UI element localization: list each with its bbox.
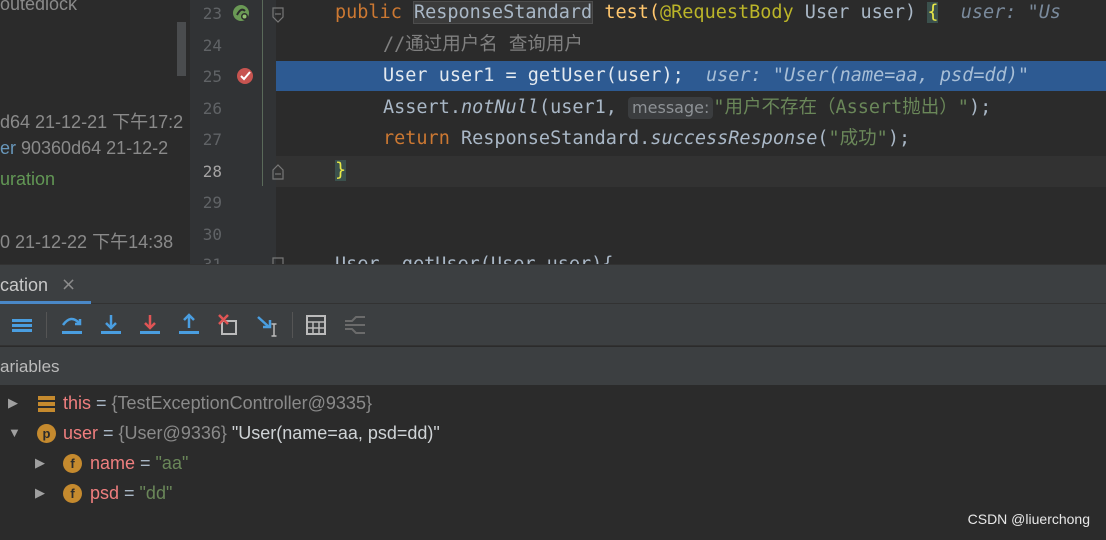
expand-arrow-icon[interactable]: ▶ xyxy=(35,478,45,508)
variables-title: ariables xyxy=(0,357,60,376)
variable-row[interactable]: ▶ this = {TestExceptionController@9335} xyxy=(0,388,1106,418)
line-number: 26 xyxy=(202,99,222,118)
line-number: 28 xyxy=(202,162,222,181)
variable-ref: {TestExceptionController@9335} xyxy=(111,393,372,413)
line-number: 25 xyxy=(202,67,222,86)
variable-ref: {User@9336} xyxy=(118,423,227,443)
parameter-hint: message: xyxy=(628,97,714,119)
close-icon[interactable]: × xyxy=(61,274,76,295)
code-line-24[interactable]: //通过用户名 查询用户 xyxy=(383,30,583,60)
line-number: 29 xyxy=(202,193,222,212)
vcs-log-entry[interactable]: d64 21-12-21 下午17:2 xyxy=(0,108,183,134)
variable-value: "aa" xyxy=(155,453,189,473)
toolbar-separator xyxy=(292,312,293,338)
parameter-icon: p xyxy=(37,424,56,443)
breakpoint-icon[interactable] xyxy=(236,67,256,85)
variable-name: psd xyxy=(90,483,120,503)
variables-panel-header: ariables xyxy=(0,347,1106,385)
code-line-27[interactable]: return ResponseStandard.successResponse(… xyxy=(383,124,910,154)
force-step-into-icon[interactable] xyxy=(137,312,163,338)
drop-frame-icon[interactable] xyxy=(216,312,242,338)
variable-row[interactable]: ▶ f name = "aa" xyxy=(0,448,1106,478)
debug-tab-bar: cation × xyxy=(0,264,1106,304)
line-number: 27 xyxy=(202,130,222,149)
code-line-28[interactable]: } xyxy=(335,156,347,186)
step-into-icon[interactable] xyxy=(98,312,124,338)
collapse-arrow-icon[interactable]: ▼ xyxy=(8,418,21,448)
watermark: CSDN @liuerchong xyxy=(967,511,1090,527)
trace-current-stream-icon[interactable] xyxy=(342,312,368,338)
gutter-separator xyxy=(262,0,263,186)
fold-marker-icon[interactable] xyxy=(271,256,285,264)
spring-endpoint-icon[interactable] xyxy=(232,4,250,22)
show-frames-icon[interactable] xyxy=(10,312,36,338)
variable-name: this xyxy=(63,393,92,413)
step-out-icon[interactable] xyxy=(176,312,202,338)
vcs-log-entry[interactable]: uration xyxy=(0,169,55,190)
vcs-log-entry[interactable]: er 90360d64 21-12-2 xyxy=(0,138,168,159)
variable-name: user xyxy=(63,423,99,443)
line-number: 24 xyxy=(202,36,222,55)
stack-frame-icon xyxy=(38,396,55,412)
debug-toolbar xyxy=(0,304,1106,346)
evaluate-expression-icon[interactable] xyxy=(303,312,329,338)
expand-arrow-icon[interactable]: ▶ xyxy=(8,388,18,418)
variable-row[interactable]: ▼ p user = {User@9336} "User(name=aa, ps… xyxy=(0,418,1106,448)
field-icon: f xyxy=(63,484,82,503)
line-number: 30 xyxy=(202,225,222,244)
variable-value: "dd" xyxy=(139,483,173,503)
vcs-log-entry[interactable]: outedlock xyxy=(0,0,77,15)
code-line-25[interactable]: User user1 = getUser(user); user: "User(… xyxy=(383,61,1029,91)
vcs-log-scrollbar[interactable] xyxy=(177,22,186,76)
step-over-icon[interactable] xyxy=(59,312,85,338)
code-line-23[interactable]: public ResponseStandard test(@RequestBod… xyxy=(335,0,1061,28)
current-line-highlight xyxy=(276,156,1106,187)
run-to-cursor-icon[interactable] xyxy=(255,312,281,338)
variable-name: name xyxy=(90,453,136,473)
field-icon: f xyxy=(63,454,82,473)
fold-marker-icon[interactable] xyxy=(271,6,285,24)
expand-arrow-icon[interactable]: ▶ xyxy=(35,448,45,478)
code-line-26[interactable]: Assert.notNull(user1, message: "用户不存在（Ass… xyxy=(383,93,991,123)
line-number: 23 xyxy=(202,4,222,23)
variable-value: "User(name=aa, psd=dd)" xyxy=(231,423,440,443)
vcs-log-entry[interactable]: 0 21-12-22 下午14:38 xyxy=(0,228,173,254)
toolbar-separator xyxy=(46,312,47,338)
variable-row[interactable]: ▶ f psd = "dd" xyxy=(0,478,1106,508)
debug-session-tab-label: cation xyxy=(0,275,49,295)
fold-marker-icon[interactable] xyxy=(271,163,285,181)
